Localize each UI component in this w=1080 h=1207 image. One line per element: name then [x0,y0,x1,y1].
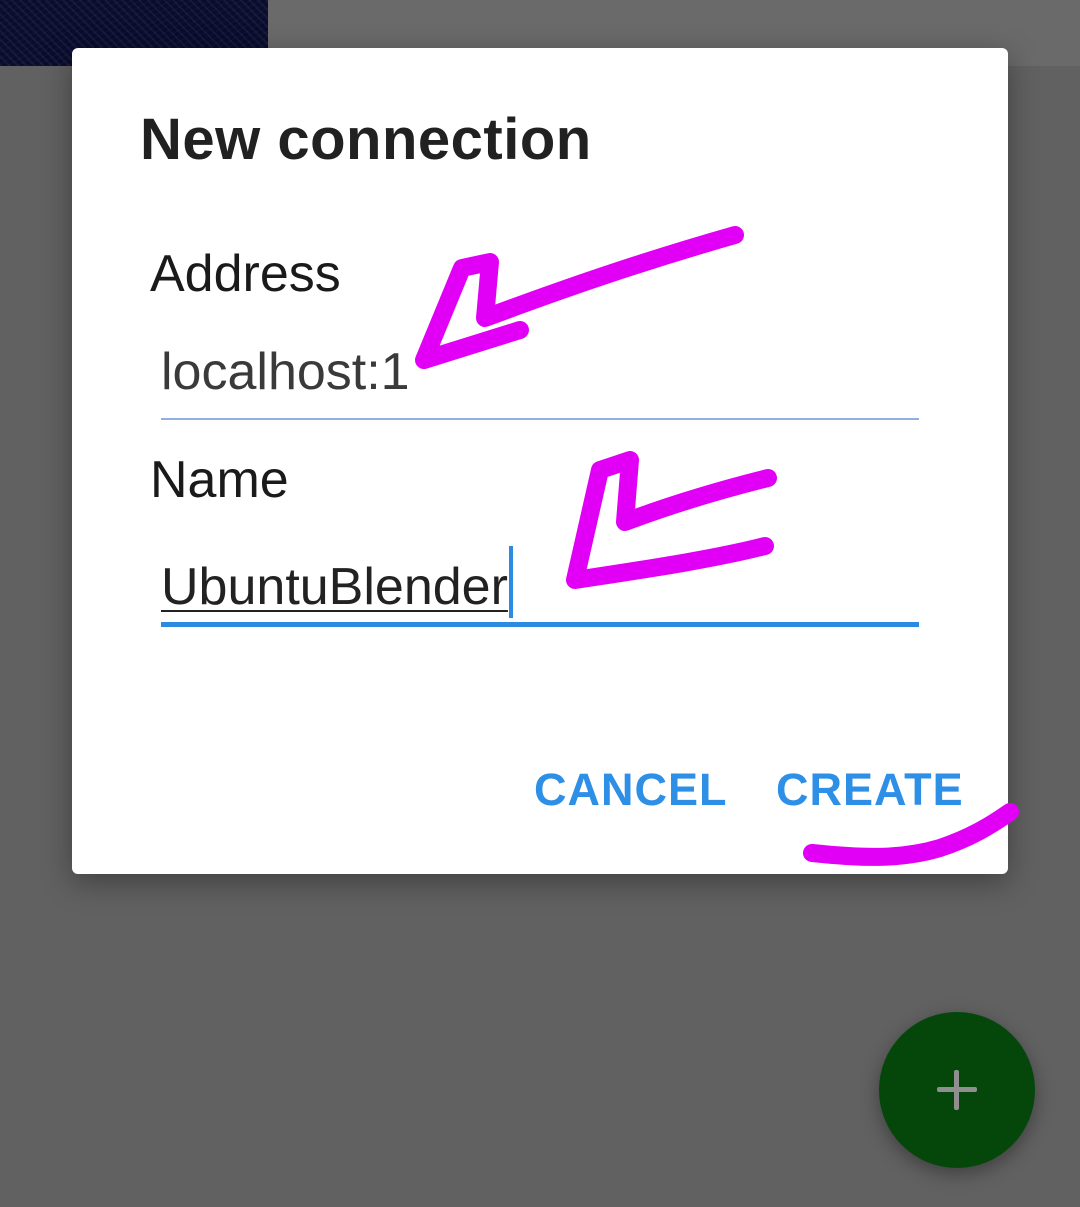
address-value: localhost:1 [161,343,410,401]
new-connection-dialog: New connection Address localhost:1 Name … [72,48,1008,874]
name-label: Name [150,451,289,509]
name-input[interactable]: UbuntuBlender [161,532,919,627]
address-label: Address [150,245,341,303]
name-value: UbuntuBlender [161,558,508,616]
add-connection-button[interactable] [879,1012,1035,1168]
address-input[interactable]: localhost:1 [161,328,919,420]
create-button[interactable]: CREATE [776,764,964,816]
name-value-wrapper: UbuntuBlender [161,546,513,618]
cancel-button[interactable]: CANCEL [534,764,728,816]
text-cursor [508,546,513,618]
dialog-title: New connection [140,107,592,172]
